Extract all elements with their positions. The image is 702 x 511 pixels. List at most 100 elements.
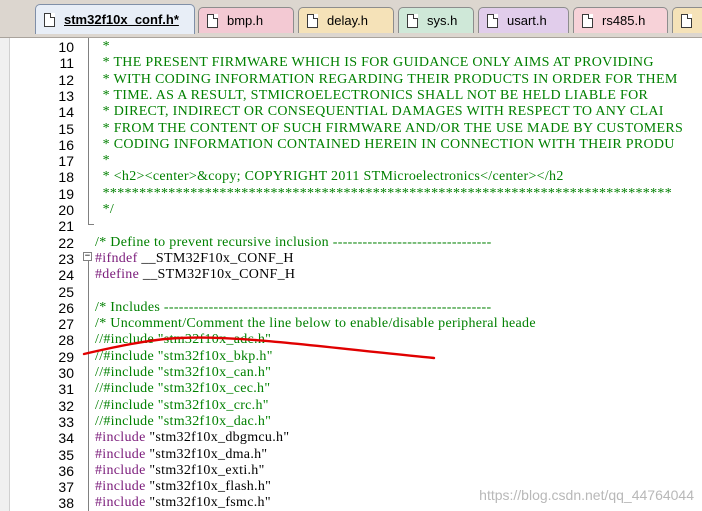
directive-argument: __STM32F10x_CONF_H bbox=[137, 250, 294, 266]
fold-line-ifndef bbox=[88, 261, 89, 511]
preprocessor-keyword: #include bbox=[95, 446, 146, 462]
tab-3[interactable]: delay.h bbox=[298, 7, 394, 33]
code-line[interactable]: 14 * DIRECT, INDIRECT OR CONSEQUENTIAL D… bbox=[0, 104, 702, 120]
code-line[interactable]: 26 /* Includes --------------------------… bbox=[0, 300, 702, 316]
line-number: 13 bbox=[58, 87, 74, 104]
code-line[interactable]: 18 * <h2><center>&copy; COPYRIGHT 2011 S… bbox=[0, 169, 702, 185]
tab-5[interactable]: usart.h bbox=[478, 7, 569, 33]
code-text: * WITH CODING INFORMATION REGARDING THEI… bbox=[95, 71, 678, 87]
line-number: 10 bbox=[58, 39, 74, 55]
line-number: 38 bbox=[58, 495, 74, 511]
line-number: 11 bbox=[59, 55, 74, 72]
document-icon bbox=[207, 13, 218, 28]
tab-label: rs485.h bbox=[602, 13, 646, 28]
code-editor[interactable]: 10 * 11 * THE PRESENT FIRMWARE WHICH IS F… bbox=[0, 38, 702, 511]
code-line[interactable]: 27 /* Uncomment/Comment the line below to… bbox=[0, 316, 702, 332]
line-number: 31 bbox=[58, 381, 74, 398]
line-number: 21 bbox=[58, 218, 74, 235]
code-line[interactable]: 19 *************************************… bbox=[0, 186, 702, 202]
fold-toggle-icon[interactable]: − bbox=[83, 252, 92, 261]
line-number: 15 bbox=[58, 120, 74, 137]
fold-line-top bbox=[88, 38, 89, 225]
tab-7[interactable] bbox=[672, 7, 702, 33]
code-line[interactable]: 15 * FROM THE CONTENT OF SUCH FIRMWARE A… bbox=[0, 121, 702, 137]
code-line[interactable]: 23 #ifndef __STM32F10x_CONF_H bbox=[0, 251, 702, 267]
line-number: 26 bbox=[58, 299, 74, 316]
line-number: 25 bbox=[58, 283, 74, 300]
code-text: #ifndef __STM32F10x_CONF_H bbox=[95, 251, 294, 267]
preprocessor-keyword: #include bbox=[95, 430, 146, 446]
code-text: #include "stm32f10x_flash.h" bbox=[95, 479, 271, 495]
code-text: #include "stm32f10x_dma.h" bbox=[95, 447, 267, 463]
code-line[interactable]: 31 //#include "stm32f10x_cec.h" bbox=[0, 381, 702, 397]
code-line[interactable]: 33 //#include "stm32f10x_dac.h" bbox=[0, 414, 702, 430]
code-line[interactable]: 30 //#include "stm32f10x_can.h" bbox=[0, 365, 702, 381]
line-number: 18 bbox=[58, 169, 74, 186]
code-line[interactable]: 11 * THE PRESENT FIRMWARE WHICH IS FOR G… bbox=[0, 55, 702, 71]
document-icon bbox=[407, 13, 418, 28]
code-text: * THE PRESENT FIRMWARE WHICH IS FOR GUID… bbox=[95, 55, 654, 71]
line-number: 20 bbox=[58, 202, 74, 218]
document-icon bbox=[307, 13, 318, 28]
line-number: 28 bbox=[58, 332, 74, 349]
fold-end-marker bbox=[88, 224, 94, 225]
line-number: 19 bbox=[58, 185, 74, 202]
code-text: //#include "stm32f10x_dac.h" bbox=[95, 413, 272, 429]
code-line[interactable]: 28 //#include "stm32f10x_adc.h" bbox=[0, 332, 702, 348]
code-text: #include "stm32f10x_exti.h" bbox=[95, 463, 265, 479]
code-text: * bbox=[95, 39, 110, 54]
code-text: * TIME. AS A RESULT, STMICROELECTRONICS … bbox=[95, 87, 649, 103]
document-icon bbox=[582, 13, 593, 28]
tab-bar: stm32f10x_conf.h* bmp.h delay.h sys.h usart.… bbox=[0, 0, 702, 38]
code-line[interactable]: 24 #define __STM32F10x_CONF_H bbox=[0, 267, 702, 283]
code-text: * bbox=[95, 153, 110, 169]
code-line[interactable]: 36 #include "stm32f10x_exti.h" bbox=[0, 463, 702, 479]
code-line[interactable]: 34 #include "stm32f10x_dbgmcu.h" bbox=[0, 430, 702, 446]
code-line[interactable]: 17 * bbox=[0, 153, 702, 169]
line-number: 36 bbox=[58, 462, 74, 479]
code-line[interactable]: 13 * TIME. AS A RESULT, STMICROELECTRONI… bbox=[0, 88, 702, 104]
line-number: 35 bbox=[58, 446, 74, 463]
line-number: 32 bbox=[58, 397, 74, 414]
code-text: //#include "stm32f10x_adc.h" bbox=[95, 332, 272, 348]
tab-6[interactable]: rs485.h bbox=[573, 7, 668, 33]
line-number: 29 bbox=[58, 348, 74, 365]
code-line[interactable]: 29 //#include "stm32f10x_bkp.h" bbox=[0, 349, 702, 365]
code-line[interactable]: 20 */ bbox=[0, 202, 702, 218]
code-line[interactable]: 12 * WITH CODING INFORMATION REGARDING T… bbox=[0, 72, 702, 88]
document-icon bbox=[44, 12, 55, 27]
line-number: 16 bbox=[58, 136, 74, 153]
line-number: 23 bbox=[58, 250, 74, 267]
tab-label: usart.h bbox=[507, 13, 547, 28]
code-text: * <h2><center>&copy; COPYRIGHT 2011 STMi… bbox=[95, 169, 564, 185]
preprocessor-keyword: #define bbox=[95, 267, 140, 283]
code-line[interactable]: 21 bbox=[0, 218, 702, 234]
line-number: 24 bbox=[58, 267, 74, 284]
code-line[interactable]: 10 * bbox=[0, 39, 702, 55]
tab-1[interactable]: stm32f10x_conf.h* bbox=[35, 4, 195, 34]
code-text: //#include "stm32f10x_crc.h" bbox=[95, 397, 269, 413]
code-text: //#include "stm32f10x_cec.h" bbox=[95, 381, 271, 397]
document-icon bbox=[487, 13, 498, 28]
code-line[interactable]: 35 #include "stm32f10x_dma.h" bbox=[0, 447, 702, 463]
preprocessor-keyword: #include bbox=[95, 495, 146, 511]
code-text: /* Define to prevent recursive inclusion… bbox=[95, 234, 492, 250]
code-text: /* Includes ----------------------------… bbox=[95, 299, 492, 315]
code-text: * DIRECT, INDIRECT OR CONSEQUENTIAL DAMA… bbox=[95, 104, 664, 120]
code-line[interactable]: 16 * CODING INFORMATION CONTAINED HEREIN… bbox=[0, 137, 702, 153]
code-line[interactable]: 25 bbox=[0, 284, 702, 300]
preprocessor-keyword: #include bbox=[95, 462, 146, 478]
line-number: 30 bbox=[58, 365, 74, 381]
code-line[interactable]: 22 /* Define to prevent recursive inclusi… bbox=[0, 235, 702, 251]
code-text: //#include "stm32f10x_can.h" bbox=[95, 365, 272, 380]
tab-4[interactable]: sys.h bbox=[398, 7, 474, 33]
line-number: 14 bbox=[58, 104, 74, 121]
tab-2[interactable]: bmp.h bbox=[198, 7, 294, 33]
line-number: 27 bbox=[58, 316, 74, 333]
tab-label: bmp.h bbox=[227, 13, 264, 28]
code-text: * FROM THE CONTENT OF SUCH FIRMWARE AND/… bbox=[95, 120, 684, 136]
code-text: ****************************************… bbox=[95, 185, 672, 201]
preprocessor-keyword: #ifndef bbox=[95, 250, 138, 266]
code-line[interactable]: 32 //#include "stm32f10x_crc.h" bbox=[0, 398, 702, 414]
directive-argument: "stm32f10x_exti.h" bbox=[145, 462, 265, 478]
